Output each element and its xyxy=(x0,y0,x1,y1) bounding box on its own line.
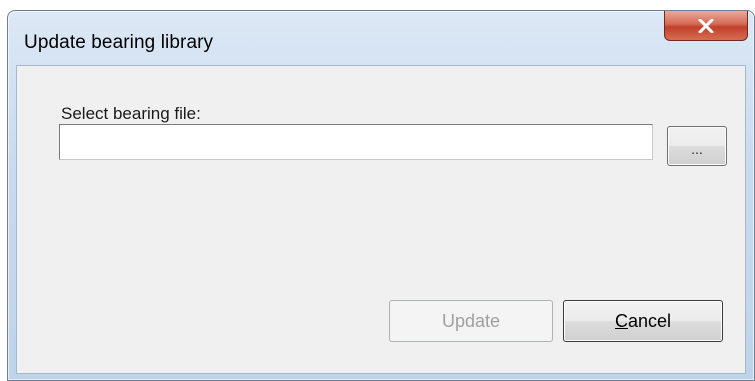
update-button[interactable]: Update xyxy=(389,300,553,342)
close-icon xyxy=(697,18,715,33)
file-path-input[interactable] xyxy=(59,124,653,160)
cancel-button-label: Cancel xyxy=(615,311,671,332)
cancel-button[interactable]: Cancel xyxy=(563,300,723,342)
title-bar[interactable]: Update bearing library xyxy=(8,11,754,65)
dialog-content: Select bearing file: ... Update Cancel xyxy=(16,65,746,374)
file-label: Select bearing file: xyxy=(61,104,201,123)
update-button-label: Update xyxy=(441,310,501,331)
browse-button[interactable]: ... xyxy=(667,126,727,166)
window-title: Update bearing library xyxy=(24,32,214,53)
dialog-window: Update bearing library Select bearing fi… xyxy=(7,10,755,381)
close-button[interactable] xyxy=(664,11,748,41)
cancel-mnemonic: C xyxy=(614,310,628,331)
cancel-label-rest: ancel xyxy=(627,310,672,331)
